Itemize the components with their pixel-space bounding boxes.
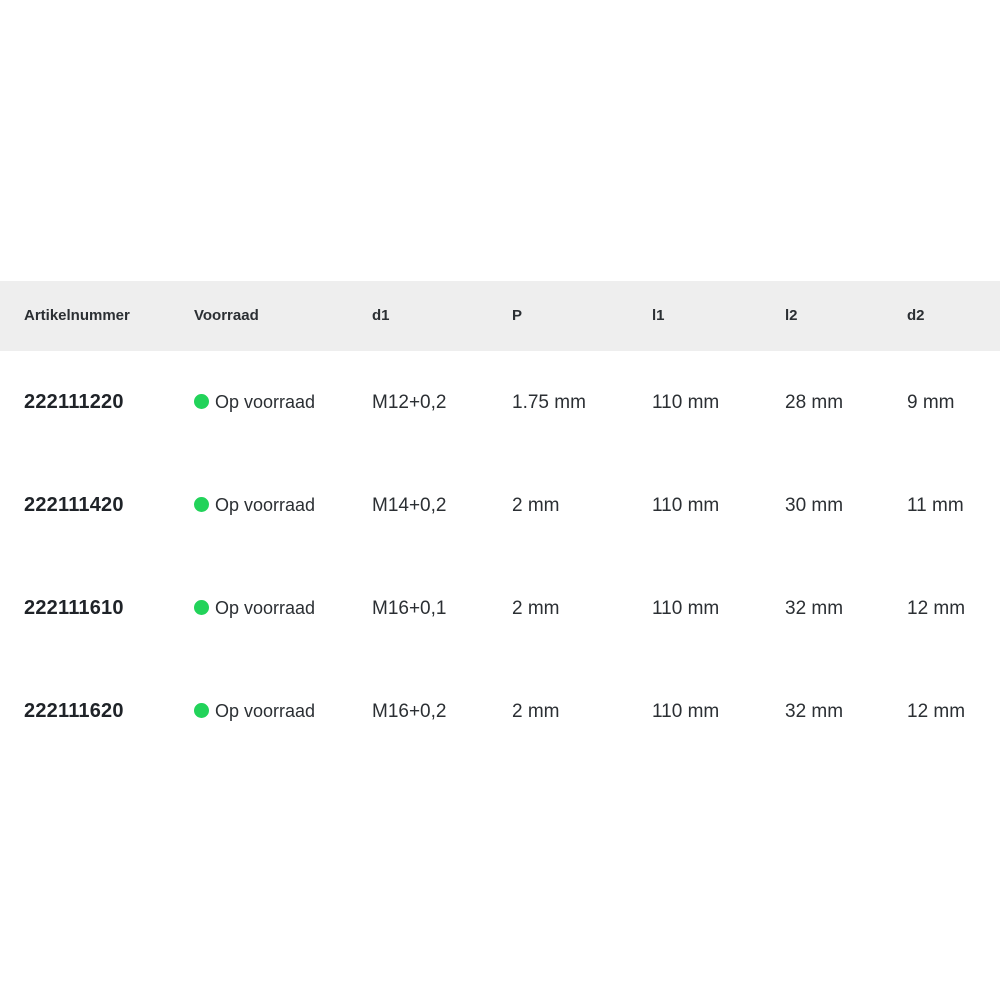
artikelnummer-link[interactable]: 222111610	[24, 557, 124, 660]
p-value: 2 mm	[512, 598, 560, 619]
header-p[interactable]: P	[512, 281, 522, 351]
table-row[interactable]: 222111620 Op voorraad M16+0,2 2 mm 110 m…	[0, 660, 1000, 763]
table-row[interactable]: 222111420 Op voorraad M14+0,2 2 mm 110 m…	[0, 454, 1000, 557]
l2-value: 30 mm	[785, 495, 844, 516]
header-voorraad[interactable]: Voorraad	[194, 281, 259, 351]
p-value: 2 mm	[512, 701, 560, 722]
in-stock-dot-icon	[194, 600, 209, 615]
in-stock-dot-icon	[194, 497, 209, 512]
header-d1[interactable]: d1	[372, 281, 390, 351]
header-l1[interactable]: l1	[652, 281, 665, 351]
d2-value: 12 mm	[907, 701, 966, 722]
l1-value: 110 mm	[652, 701, 720, 722]
stock-status: Op voorraad	[194, 557, 315, 660]
stock-status: Op voorraad	[194, 454, 315, 557]
header-artikelnummer[interactable]: Artikelnummer	[24, 281, 130, 351]
p-value: 1.75 mm	[512, 392, 586, 413]
l1-value: 110 mm	[652, 392, 720, 413]
in-stock-dot-icon	[194, 394, 209, 409]
d2-value: 11 mm	[907, 495, 964, 516]
d1-value: M16+0,1	[372, 598, 447, 619]
d2-value: 9 mm	[907, 392, 955, 413]
stock-status: Op voorraad	[194, 351, 315, 454]
in-stock-dot-icon	[194, 703, 209, 718]
l2-value: 28 mm	[785, 392, 844, 413]
table-row[interactable]: 222111220 Op voorraad M12+0,2 1.75 mm 11…	[0, 351, 1000, 454]
stock-label: Op voorraad	[215, 701, 316, 721]
stock-status: Op voorraad	[194, 660, 315, 763]
product-table: Artikelnummer Voorraad d1 P l1 l2 d2 222…	[0, 281, 1000, 763]
stock-label: Op voorraad	[215, 598, 316, 618]
header-d2[interactable]: d2	[907, 281, 925, 351]
stock-label: Op voorraad	[215, 392, 316, 412]
d2-value: 12 mm	[907, 598, 966, 619]
d1-value: M12+0,2	[372, 392, 447, 413]
l2-value: 32 mm	[785, 701, 844, 722]
artikelnummer-link[interactable]: 222111620	[24, 660, 124, 763]
table-row[interactable]: 222111610 Op voorraad M16+0,1 2 mm 110 m…	[0, 557, 1000, 660]
p-value: 2 mm	[512, 495, 560, 516]
l1-value: 110 mm	[652, 598, 720, 619]
table-header: Artikelnummer Voorraad d1 P l1 l2 d2	[0, 281, 1000, 351]
stock-label: Op voorraad	[215, 495, 316, 515]
d1-value: M16+0,2	[372, 701, 447, 722]
header-l2[interactable]: l2	[785, 281, 798, 351]
l2-value: 32 mm	[785, 598, 844, 619]
l1-value: 110 mm	[652, 495, 720, 516]
d1-value: M14+0,2	[372, 495, 447, 516]
artikelnummer-link[interactable]: 222111420	[24, 454, 124, 557]
artikelnummer-link[interactable]: 222111220	[24, 351, 124, 454]
